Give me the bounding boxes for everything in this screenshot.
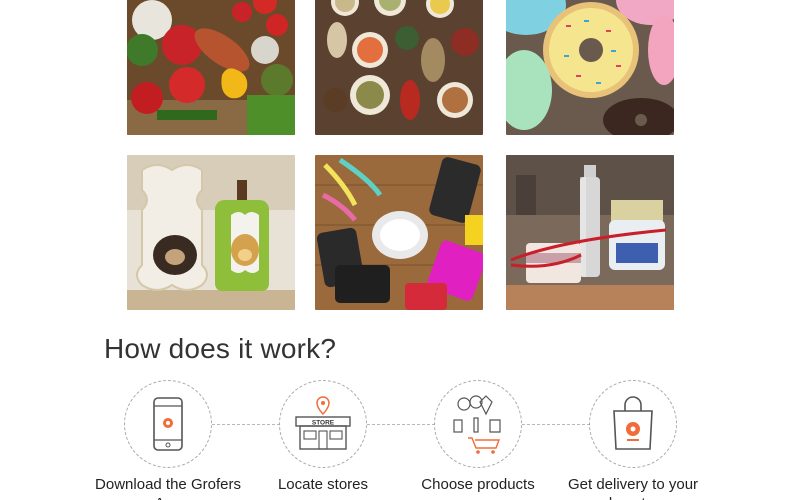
step-locate-stores: STORE Locate stores: [243, 380, 403, 494]
category-tile-vegetables[interactable]: [127, 0, 295, 135]
delivery-bag-icon: [613, 396, 653, 450]
step-get-delivery: Get delivery to your doorstep: [553, 380, 713, 500]
donuts-image: [506, 0, 674, 135]
category-tile-mobile-accessories[interactable]: [315, 155, 483, 310]
vegetables-image: [127, 0, 295, 135]
step-label: Get delivery to your doorstep: [567, 476, 699, 500]
step-choose-products: Choose products: [398, 380, 558, 494]
step-label: Choose products: [421, 476, 535, 493]
category-tile-bakery[interactable]: [506, 0, 674, 135]
step-download-app: Download the Grofers App: [88, 380, 248, 500]
category-tile-pet-care[interactable]: [127, 155, 295, 310]
mobile-accessories-image: [315, 155, 483, 310]
step-label: Locate stores: [277, 476, 369, 493]
phone-icon: [153, 397, 183, 451]
step-icon-circle: STORE: [279, 380, 367, 468]
pet-care-image: [127, 155, 295, 310]
step-icon-circle: [124, 380, 212, 468]
products-cart-icon: [453, 395, 501, 454]
beauty-image: [506, 155, 674, 310]
category-tile-beauty[interactable]: [506, 155, 674, 310]
store-icon: STORE: [295, 396, 351, 450]
spices-image: [315, 0, 483, 135]
step-label: Download the Grofers App: [95, 476, 241, 500]
step-icon-circle: [589, 380, 677, 468]
how-it-works-steps: Download the Grofers App STORE Locate st…: [0, 380, 800, 500]
category-tile-grocery[interactable]: [315, 0, 483, 135]
how-it-works-title: How does it work?: [104, 333, 337, 364]
step-icon-circle: [434, 380, 522, 468]
